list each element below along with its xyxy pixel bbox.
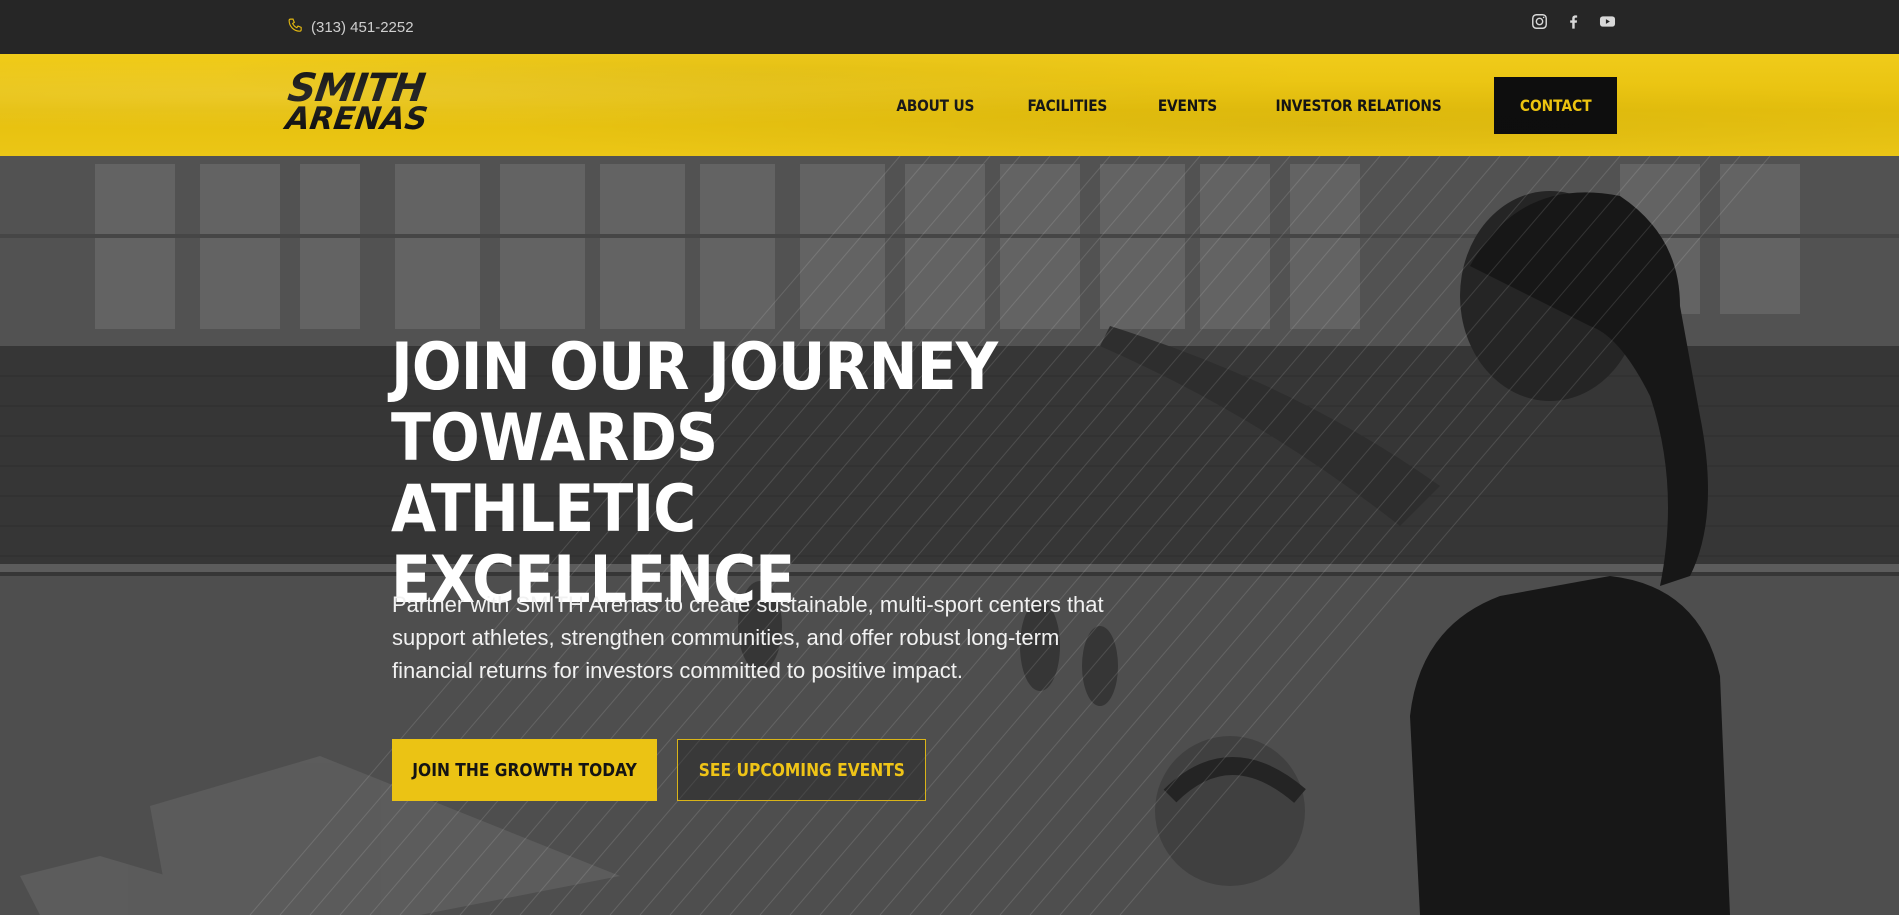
hero-title: JOIN OUR JOURNEY TOWARDS ATHLETIC EXCELL… [391,332,1039,616]
phone-icon [287,17,304,38]
see-events-button[interactable]: SEE UPCOMING EVENTS [677,739,926,801]
main-header: SMITH ARENAS ABOUT US FACILITIES EVENTS … [0,54,1899,156]
facebook-icon[interactable] [1564,12,1583,31]
join-growth-button-label: JOIN THE GROWTH TODAY [412,759,637,781]
nav-investor-relations[interactable]: INVESTOR RELATIONS [1276,96,1442,115]
youtube-icon[interactable] [1598,12,1617,31]
hero-section: JOIN OUR JOURNEY TOWARDS ATHLETIC EXCELL… [0,156,1899,915]
logo-line-2: ARENAS [283,101,430,138]
see-events-button-label: SEE UPCOMING EVENTS [698,759,905,781]
primary-nav: ABOUT US FACILITIES EVENTS INVESTOR RELA… [890,54,1455,156]
contact-button[interactable]: CONTACT [1494,77,1617,134]
hero-subtitle: Partner with SMITH Arenas to create sust… [392,592,1104,683]
hero-title-line-2: TOWARDS ATHLETIC [391,401,718,547]
hero-title-line-1: JOIN OUR JOURNEY [391,330,998,405]
nav-about-us[interactable]: ABOUT US [896,96,974,115]
top-utility-bar: (313) 451-2252 [0,0,1899,54]
smith-arenas-logo[interactable]: SMITH ARENAS [281,66,500,138]
social-links [1530,12,1617,31]
instagram-icon[interactable] [1530,12,1549,31]
nav-events[interactable]: EVENTS [1158,96,1217,115]
phone-number: (313) 451-2252 [311,18,414,36]
join-growth-button[interactable]: JOIN THE GROWTH TODAY [392,739,657,801]
phone-contact[interactable]: (313) 451-2252 [287,15,414,39]
contact-button-label: CONTACT [1519,96,1592,115]
nav-facilities[interactable]: FACILITIES [1027,96,1107,115]
